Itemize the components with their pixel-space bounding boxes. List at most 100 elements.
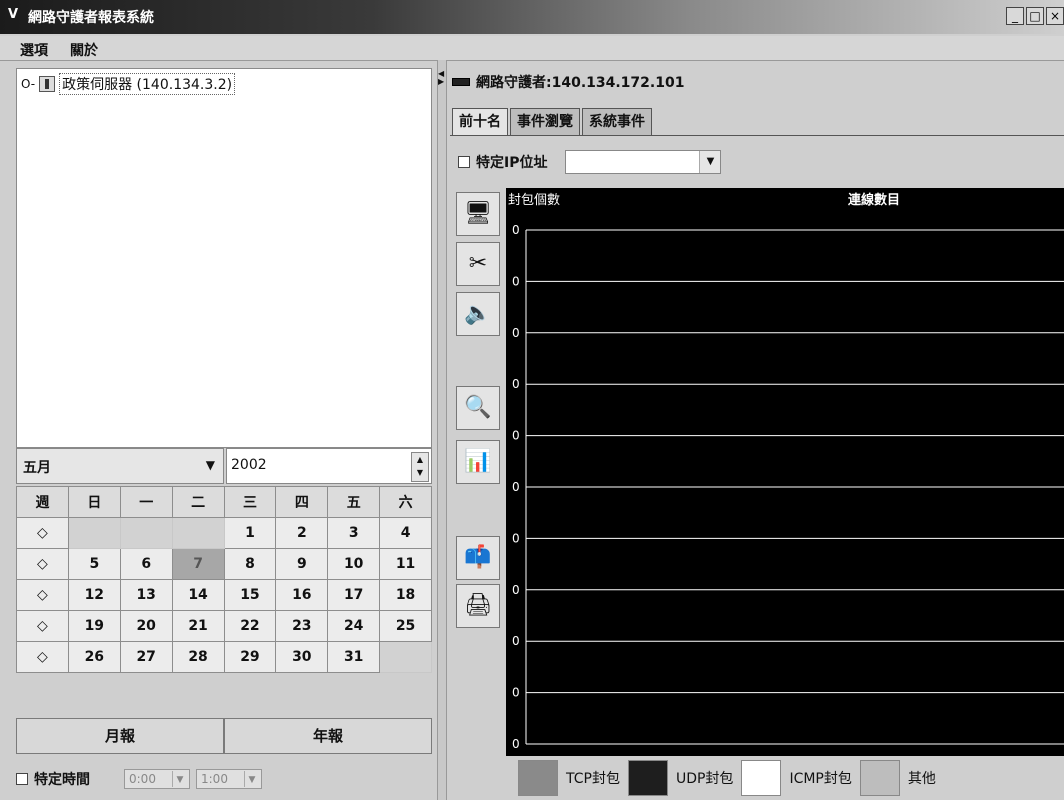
window-controls: _ □ × [1006,7,1064,25]
tab-bar: 前十名 事件瀏覽 系統事件 [452,108,654,135]
time-filter-label: 特定時間 [34,772,90,788]
printer-icon[interactable]: 🖨 [456,584,500,628]
calendar-day[interactable]: 15 [223,579,277,611]
calendar-day[interactable]: 27 [119,641,173,673]
legend-label-other: 其他 [907,771,936,787]
menu-options[interactable]: 選項 [20,40,48,60]
speaker-icon[interactable]: 🔈 [456,292,500,336]
week-select-button[interactable]: ◇ [16,548,69,580]
server-label[interactable]: 政策伺服器 (140.134.3.2) [59,73,236,95]
calendar-day-today[interactable]: 7 [171,548,225,580]
start-time-select[interactable]: 0:00 ▼ [124,769,190,789]
chart-canvas: 封包個數 連線數目 0 0 0 0 0 0 0 0 0 0 0 [508,192,1064,751]
year-value: 2002 [231,457,267,473]
calendar-day[interactable]: 26 [67,641,121,673]
month-select[interactable]: 五月 ▼ [16,448,224,484]
calendar-day[interactable]: 14 [171,579,225,611]
legend-label-udp: UDP封包 [675,771,734,787]
legend-swatch-icmp [741,760,782,796]
calendar-day[interactable]: 22 [223,610,277,642]
bar-chart-icon[interactable]: 📊 [456,440,500,484]
calendar-empty-cell [379,641,432,673]
spinner-arrows-icon[interactable]: ▲ ▼ [411,452,429,482]
calendar-day[interactable]: 13 [119,579,173,611]
calendar-day[interactable]: 20 [119,610,173,642]
yearly-report-button[interactable]: 年報 [224,718,432,754]
monthly-report-button[interactable]: 月報 [16,718,224,754]
calendar-empty-cell [119,517,173,549]
calendar-day[interactable]: 28 [171,641,225,673]
tree-node-server[interactable]: O- 政策伺服器 (140.134.3.2) [21,73,236,95]
calendar-day[interactable]: 31 [327,641,381,673]
weekday-header: 週 [16,486,69,518]
ip-filter-checkbox[interactable] [458,156,470,168]
minimize-icon[interactable]: _ [1006,7,1024,25]
ip-select[interactable]: ▼ [565,150,722,174]
menu-about[interactable]: 關於 [70,40,98,60]
tools-icon[interactable]: ✂ [456,242,500,286]
calendar-day[interactable]: 12 [67,579,121,611]
calendar-day[interactable]: 25 [379,610,432,642]
search-icon[interactable]: 🔍 [456,386,500,430]
calendar-grid: 週 日 一 二 三 四 五 六 ◇ 1 2 3 4 ◇ 5 6 7 8 9 10… [16,486,432,673]
start-time-value: 0:00 [129,772,156,786]
end-time-select[interactable]: 1:00 ▼ [196,769,262,789]
calendar-day[interactable]: 19 [67,610,121,642]
calendar-day[interactable]: 30 [275,641,329,673]
calendar-day[interactable]: 4 [379,517,432,549]
close-icon[interactable]: × [1046,7,1064,25]
legend-item-icmp: ICMP封包 [741,760,852,796]
connection-chart: 封包個數 連線數目 0 0 0 0 0 0 0 0 0 0 0 [506,188,1064,756]
calendar-day[interactable]: 10 [327,548,381,580]
calendar-week-row: ◇ 1 2 3 4 [16,517,432,549]
calendar-day[interactable]: 1 [223,517,277,549]
app-icon: V [8,7,19,22]
calendar-day[interactable]: 9 [275,548,329,580]
calendar-day[interactable]: 24 [327,610,381,642]
chart-y-label: 封包個數 [508,193,560,208]
collapse-arrows-icon[interactable]: ◀ ▶ [438,70,444,86]
calendar-week-row: ◇ 26 27 28 29 30 31 [16,641,432,673]
calendar-day[interactable]: 23 [275,610,329,642]
tab-system-events[interactable]: 系統事件 [582,108,652,135]
week-select-button[interactable]: ◇ [16,610,69,642]
calendar-day[interactable]: 16 [275,579,329,611]
end-time-value: 1:00 [201,772,228,786]
week-select-button[interactable]: ◇ [16,579,69,611]
calendar-day[interactable]: 18 [379,579,432,611]
chart-y-tick-label: 0 [512,429,520,443]
chart-y-tick-label: 0 [512,737,520,751]
calendar-day[interactable]: 2 [275,517,329,549]
server-tree: O- 政策伺服器 (140.134.3.2) [16,68,432,448]
calendar-day[interactable]: 21 [171,610,225,642]
time-filter-checkbox[interactable] [16,773,28,785]
calendar-day[interactable]: 5 [67,548,121,580]
calendar-day[interactable]: 6 [119,548,173,580]
calendar-day[interactable]: 17 [327,579,381,611]
chart-y-tick-label: 0 [512,223,520,237]
time-filter: 特定時間 0:00 ▼ 1:00 ▼ [16,766,262,792]
legend-swatch-other [859,760,900,796]
legend-item-other: 其他 [859,760,936,796]
legend-item-tcp: TCP封包 [518,760,620,796]
calendar-day[interactable]: 29 [223,641,277,673]
week-select-button[interactable]: ◇ [16,641,69,673]
split-pane-divider[interactable]: ◀ ▶ [437,60,447,800]
tab-top-ten[interactable]: 前十名 [452,108,508,135]
tab-event-browse[interactable]: 事件瀏覽 [510,108,580,135]
week-select-button[interactable]: ◇ [16,517,69,549]
chevron-down-icon: ▼ [699,151,721,173]
monitor-icon[interactable]: 🖥 [456,192,500,236]
calendar-day[interactable]: 8 [223,548,277,580]
tree-toggle-icon[interactable]: O- [21,77,35,91]
calendar-day[interactable]: 3 [327,517,381,549]
chart-y-tick-label: 0 [512,583,520,597]
mailbox-icon[interactable]: 📫 [456,536,500,580]
calendar-day[interactable]: 11 [379,548,432,580]
chart-title: 連線數目 [848,192,900,208]
calendar-header-row: 週 日 一 二 三 四 五 六 [16,486,432,518]
maximize-icon[interactable]: □ [1026,7,1044,25]
chart-legend: TCP封包 UDP封包 ICMP封包 其他 [506,756,1064,800]
year-spinner[interactable]: 2002 ▲ ▼ [226,448,432,484]
legend-item-udp: UDP封包 [627,760,734,796]
